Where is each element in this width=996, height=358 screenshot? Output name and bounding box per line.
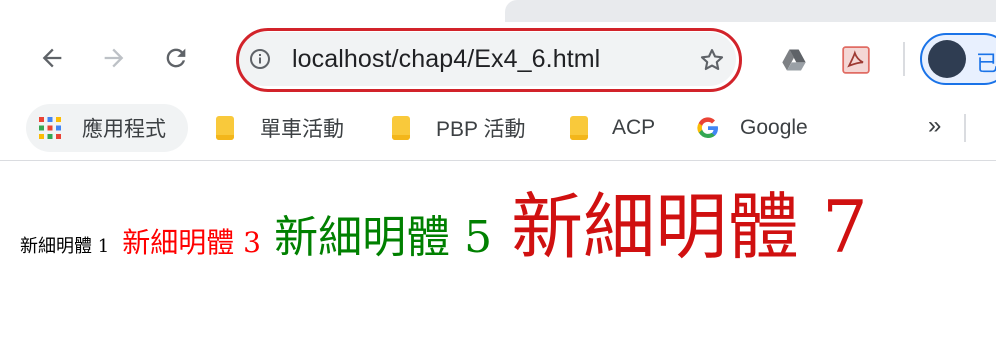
font-size-demo: 新細明體 1 新細明體 3 新細明體 5 新細明體 7: [20, 191, 868, 263]
folder-icon: [570, 116, 588, 140]
font-sample-size-3: 新細明體 3: [122, 226, 261, 259]
google-drive-icon[interactable]: [780, 46, 808, 74]
folder-icon: [216, 116, 234, 140]
reload-button[interactable]: [158, 40, 194, 76]
bookmarks-bar: 應用程式 單車活動 PBP 活動 ACP Google »: [0, 96, 996, 160]
tab[interactable]: [505, 0, 996, 22]
tab-strip: [0, 0, 996, 24]
url-text[interactable]: localhost/chap4/Ex4_6.html: [292, 45, 600, 74]
apps-grid-icon: [39, 117, 61, 139]
reload-icon: [166, 48, 186, 68]
folder-icon: [392, 116, 410, 140]
profile-button[interactable]: 已: [920, 33, 996, 85]
profile-label: 已: [976, 51, 996, 76]
font-sample-size-7: 新細明體 7: [511, 185, 868, 269]
forward-button[interactable]: [96, 40, 132, 76]
bookmark-item[interactable]: PBP 活動: [392, 114, 525, 142]
apps-shortcut[interactable]: 應用程式: [38, 114, 166, 142]
info-icon[interactable]: [248, 47, 272, 71]
page-content: 新細明體 1 新細明體 3 新細明體 5 新細明體 7: [0, 161, 996, 358]
bookmark-item[interactable]: ACP: [570, 114, 655, 142]
bookmark-label: PBP 活動: [436, 118, 526, 141]
arrow-left-icon: [42, 48, 62, 68]
pdf-extension-icon[interactable]: [842, 46, 870, 74]
back-button[interactable]: [34, 40, 70, 76]
font-sample-size-1: 新細明體 1: [20, 236, 110, 257]
google-icon: [697, 117, 718, 139]
bookmark-label: ACP: [612, 116, 656, 139]
apps-shortcut-label: 應用程式: [82, 118, 166, 141]
toolbar-divider: [903, 42, 905, 76]
bookmark-label: Google: [740, 116, 808, 139]
bookmark-item[interactable]: Google: [696, 114, 808, 142]
bookmark-item[interactable]: 單車活動: [216, 114, 344, 142]
arrow-right-icon: [104, 48, 124, 68]
bookmark-label: 單車活動: [260, 118, 344, 141]
bookmarks-overflow-button[interactable]: »: [928, 112, 941, 140]
browser-toolbar: localhost/chap4/Ex4_6.html 已: [0, 24, 996, 96]
avatar: [928, 40, 966, 78]
star-icon[interactable]: [698, 46, 726, 74]
bookmarks-divider: [964, 114, 966, 142]
font-sample-size-5: 新細明體 5: [274, 212, 493, 263]
